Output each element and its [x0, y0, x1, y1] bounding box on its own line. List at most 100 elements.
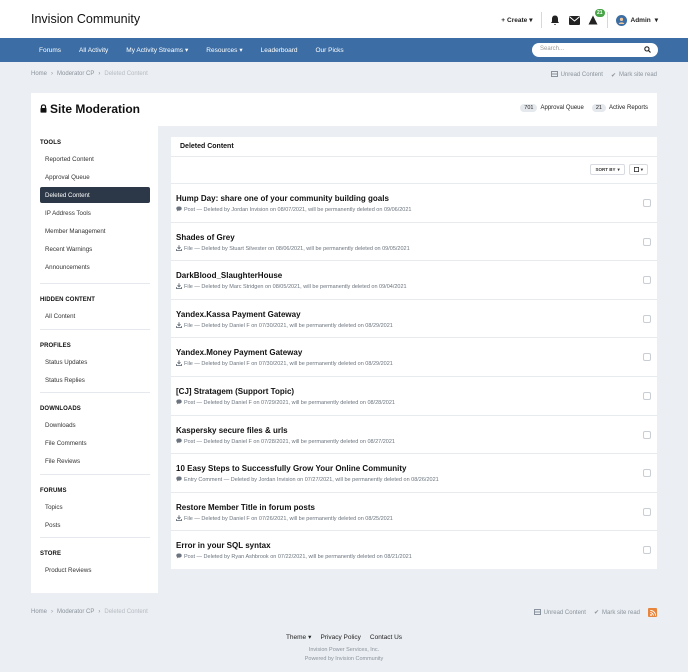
rss-icon[interactable]: [648, 608, 657, 617]
create-button[interactable]: + Create ▾: [501, 16, 533, 25]
divider: [606, 12, 608, 28]
unread-content-link[interactable]: Unread Content: [533, 608, 586, 617]
panel-title: Deleted Content: [180, 143, 234, 150]
sidebar-item-approval-queue[interactable]: Approval Queue: [40, 169, 150, 185]
sidebar-item-status-replies[interactable]: Status Replies: [40, 372, 150, 388]
nav-item-forums[interactable]: Forums: [30, 47, 70, 54]
sidebar-item-announcements[interactable]: Announcements: [40, 259, 150, 275]
user-menu[interactable]: Admin ▾: [615, 14, 658, 26]
content-title-link[interactable]: Hump Day: share one of your community bu…: [176, 194, 389, 203]
sidebar-item-deleted-content[interactable]: Deleted Content: [40, 187, 150, 203]
search-icon[interactable]: [644, 46, 651, 55]
reports-count: 21: [591, 104, 606, 112]
content-meta: Post — Deleted by Jordan Invision on 08/…: [176, 206, 412, 214]
row-checkbox[interactable]: [643, 314, 651, 323]
contact-us-link[interactable]: Contact Us: [370, 633, 402, 641]
content-title-link[interactable]: Restore Member Title in forum posts: [176, 503, 315, 512]
divider: [540, 12, 542, 28]
content-meta-text: Entry Comment — Deleted by Jordan Invisi…: [184, 477, 439, 484]
row-checkbox[interactable]: [643, 237, 651, 246]
report-flag-icon[interactable]: 21: [588, 8, 605, 26]
nav-item-my-activity-streams[interactable]: My Activity Streams ▾: [117, 46, 197, 55]
mark-site-read-link[interactable]: ✔ Mark site read: [594, 609, 640, 617]
row-checkbox[interactable]: [643, 199, 651, 207]
nav-item-resources[interactable]: Resources ▾: [197, 46, 251, 55]
sidebar-section-title: PROFILES: [40, 343, 71, 349]
content-title-link[interactable]: Kaspersky secure files & urls: [176, 426, 288, 435]
nav-item-label: Resources: [206, 46, 238, 54]
content-title-link[interactable]: Error in your SQL syntax: [176, 541, 271, 550]
comment-icon: [176, 399, 182, 407]
sidebar-item-status-updates[interactable]: Status Updates: [40, 354, 150, 370]
content-meta-text: File — Deleted by Daniel F on 07/30/2021…: [184, 361, 393, 368]
breadcrumb-home[interactable]: Home: [31, 71, 47, 77]
download-icon: [175, 283, 183, 291]
sidebar-section-title: STORE: [40, 551, 62, 557]
sidebar-item-member-management[interactable]: Member Management: [40, 223, 150, 239]
sidebar-item-file-comments[interactable]: File Comments: [40, 435, 150, 451]
sidebar-item-product-reviews[interactable]: Product Reviews: [40, 562, 150, 578]
mark-site-read-link[interactable]: ✔ Mark site read: [611, 72, 657, 79]
content-title-link[interactable]: Yandex.Kassa Payment Gateway: [176, 310, 301, 319]
content-meta-text: File — Deleted by Stuart Silvester on 08…: [184, 245, 410, 252]
nav-item-all-activity[interactable]: All Activity: [70, 47, 117, 54]
footer-links: Theme ▾ Privacy Policy Contact Us: [0, 633, 688, 642]
breadcrumb: Home › Moderator CP › Deleted Content: [31, 71, 148, 77]
select-all-button[interactable]: ▾: [628, 164, 648, 175]
sort-by-button[interactable]: SORT BY ▾: [590, 164, 625, 175]
bell-icon[interactable]: [550, 15, 561, 26]
theme-menu[interactable]: Theme ▾: [286, 633, 312, 642]
sidebar-section-title: TOOLS: [40, 140, 62, 146]
content-title-link[interactable]: Yandex.Money Payment Gateway: [176, 348, 302, 357]
caret-down-icon: ▾: [239, 47, 243, 54]
sidebar-item-ip-address-tools[interactable]: IP Address Tools: [40, 205, 150, 221]
sidebar-item-topics[interactable]: Topics: [40, 499, 150, 515]
row-checkbox[interactable]: [643, 391, 651, 400]
row-checkbox[interactable]: [643, 507, 651, 516]
breadcrumb-home[interactable]: Home: [31, 609, 47, 615]
nav-item-our-picks[interactable]: Our Picks: [307, 47, 353, 54]
row-checkbox[interactable]: [643, 276, 651, 285]
content-row: [CJ] Stratagem (Support Topic) Post — Del…: [171, 375, 657, 415]
approval-label: Approval Queue: [540, 105, 584, 111]
content-title-link[interactable]: Shades of Grey: [176, 233, 235, 242]
search-input[interactable]: Search...: [532, 43, 658, 57]
approval-queue-link[interactable]: 701 Approval Queue: [520, 104, 584, 112]
envelope-icon[interactable]: [568, 15, 580, 26]
content-title-link[interactable]: [CJ] Stratagem (Support Topic): [176, 387, 294, 396]
content-row: Error in your SQL syntax Post — Deleted b…: [171, 530, 657, 569]
row-checkbox[interactable]: [643, 469, 651, 478]
breadcrumb-actions: Unread Content ✔ Mark site read: [550, 71, 657, 79]
sidebar-item-all-content[interactable]: All Content: [40, 308, 150, 324]
chevron-right-icon: ›: [98, 71, 101, 77]
breadcrumb-moderator-cp[interactable]: Moderator CP: [57, 71, 94, 77]
privacy-policy-link[interactable]: Privacy Policy: [320, 633, 360, 641]
row-checkbox[interactable]: [643, 353, 651, 362]
unread-content-link[interactable]: Unread Content: [550, 71, 603, 79]
nav-item-label: My Activity Streams: [126, 46, 184, 54]
content-title-link[interactable]: 10 Easy Steps to Successfully Grow Your …: [176, 464, 406, 473]
content-title-link[interactable]: DarkBlood_SlaughterHouse: [176, 271, 282, 280]
content-meta-text: Post — Deleted by Ryan Ashbrook on 07/22…: [184, 554, 412, 561]
sidebar-item-posts[interactable]: Posts: [40, 517, 150, 533]
nav-item-leaderboard[interactable]: Leaderboard: [252, 47, 307, 54]
content-meta: File — Deleted by Daniel F on 07/30/2021…: [175, 322, 393, 330]
site-title[interactable]: Invision Community: [31, 12, 140, 26]
comment-icon: [176, 438, 182, 446]
sidebar-item-file-reviews[interactable]: File Reviews: [40, 453, 150, 469]
sidebar-item-recent-warnings[interactable]: Recent Warnings: [40, 241, 150, 257]
main-nav: Forums All Activity My Activity Streams ▾ Re…: [0, 38, 688, 62]
comment-icon: [176, 206, 182, 214]
sidebar-item-downloads[interactable]: Downloads: [40, 417, 150, 433]
sidebar-item-reported-content[interactable]: Reported Content: [40, 151, 150, 167]
breadcrumb-moderator-cp[interactable]: Moderator CP: [57, 609, 94, 615]
active-reports-link[interactable]: 21 Active Reports: [591, 104, 648, 112]
check-icon: ✔: [610, 72, 616, 79]
nav-item-label: Forums: [39, 46, 62, 54]
checkbox-icon: [633, 166, 639, 173]
breadcrumb-current: Deleted Content: [104, 609, 148, 615]
row-checkbox[interactable]: [643, 546, 651, 555]
mark-site-read-label: Mark site read: [601, 609, 640, 616]
caret-down-icon: ▾: [529, 17, 533, 24]
row-checkbox[interactable]: [643, 430, 651, 439]
